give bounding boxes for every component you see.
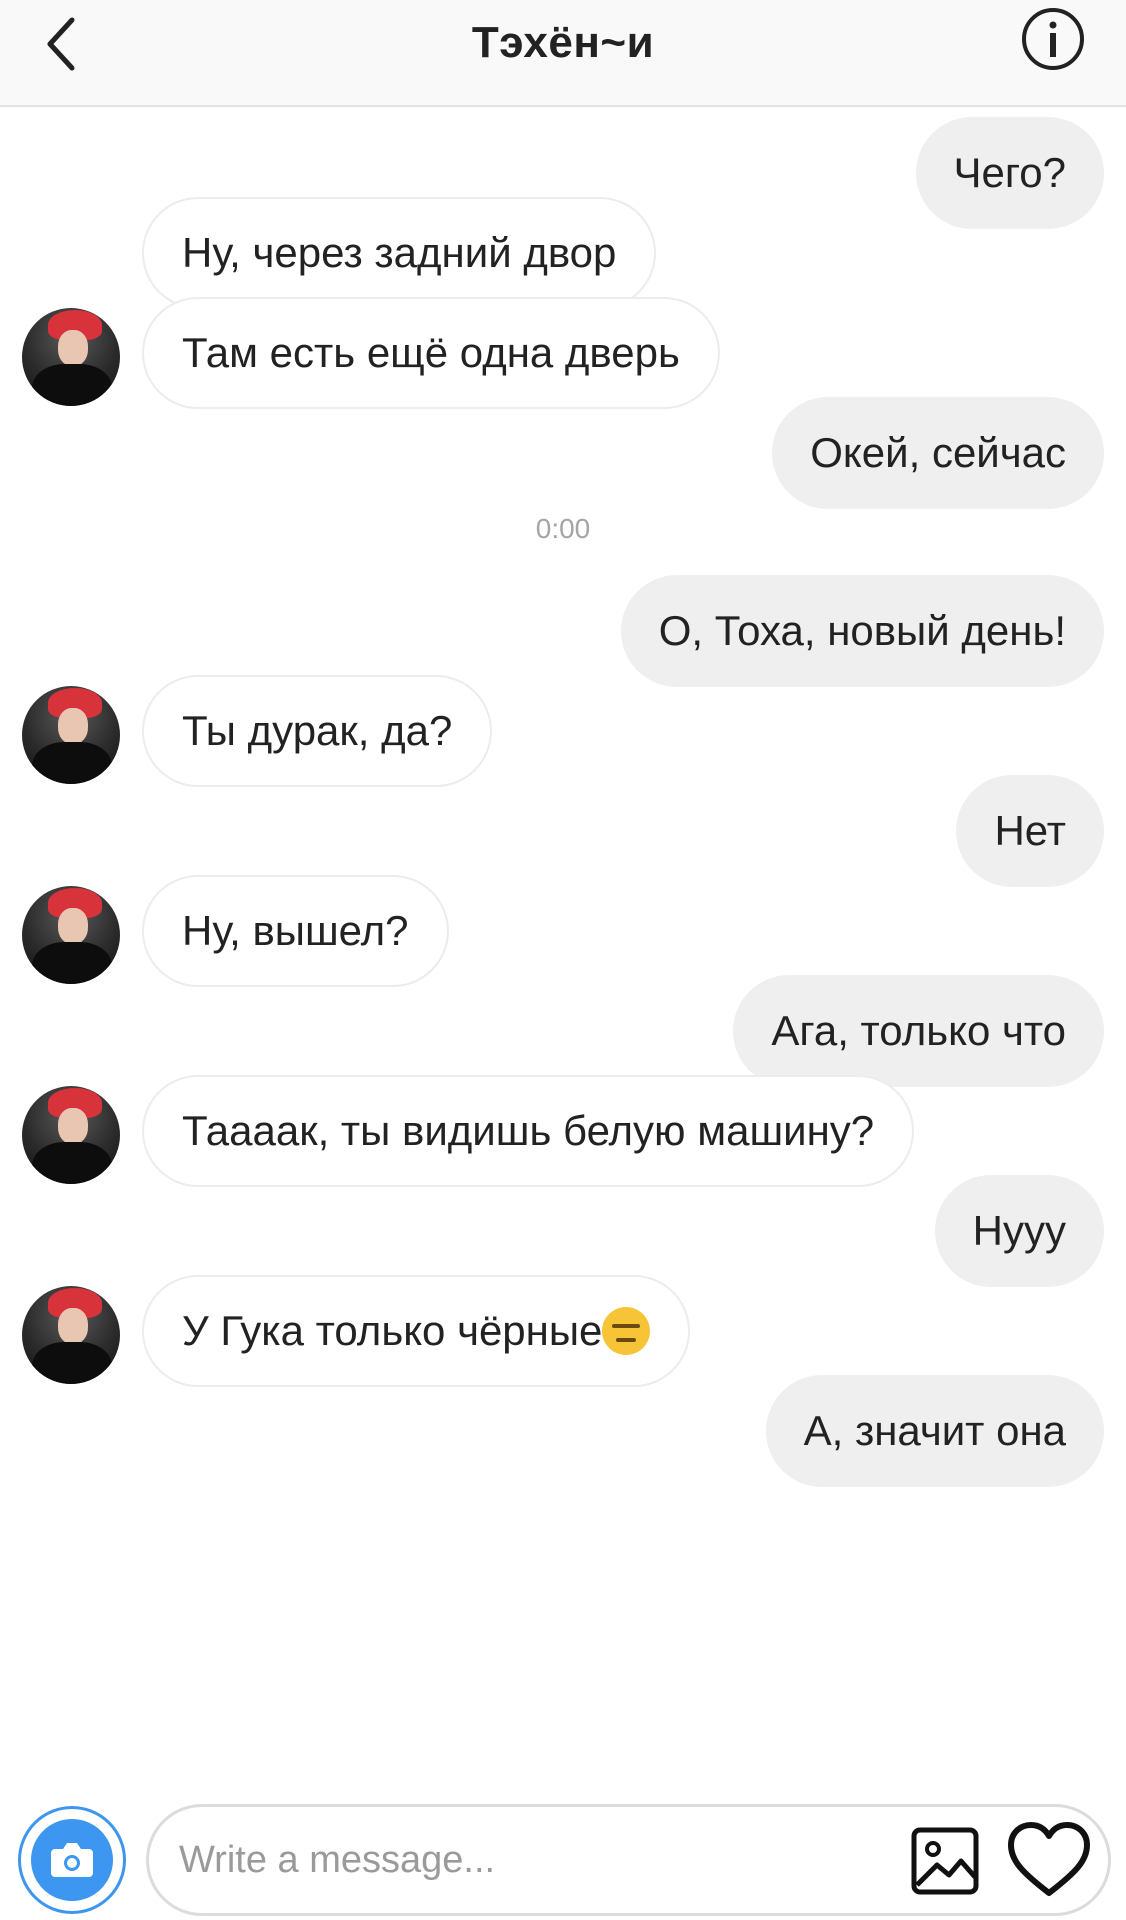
chat-header: Тэхён~и [0, 0, 1126, 107]
avatar[interactable] [22, 886, 120, 984]
info-icon [1022, 8, 1084, 70]
message-list[interactable]: Чего? Ну, через задний двор Там есть ещё… [0, 107, 1126, 1782]
outgoing-message[interactable]: Нет [956, 775, 1104, 887]
message-composer [0, 1782, 1126, 1920]
incoming-message[interactable]: Таааак, ты видишь белую машину? [142, 1075, 915, 1187]
outgoing-message[interactable]: Ага, только что [733, 975, 1104, 1087]
incoming-message[interactable]: У Гука только чёрные [142, 1275, 691, 1387]
outgoing-message[interactable]: Нууу [934, 1175, 1104, 1287]
image-gallery-icon [911, 1827, 979, 1895]
gallery-button[interactable] [909, 1825, 981, 1897]
outgoing-message[interactable]: Чего? [915, 117, 1104, 229]
incoming-message[interactable]: Там есть ещё одна дверь [142, 297, 720, 409]
expressionless-face-emoji [602, 1306, 651, 1355]
avatar[interactable] [22, 308, 120, 406]
outgoing-message[interactable]: Окей, сейчас [772, 397, 1104, 509]
avatar[interactable] [22, 1286, 120, 1384]
conversation-title[interactable]: Тэхён~и [0, 18, 1126, 68]
outgoing-message[interactable]: А, значит она [765, 1375, 1104, 1487]
avatar[interactable] [22, 1086, 120, 1184]
heart-icon [1008, 1822, 1090, 1896]
camera-button[interactable] [18, 1806, 126, 1914]
incoming-message[interactable]: Ну, вышел? [142, 875, 449, 987]
incoming-message[interactable]: Ты дурак, да? [142, 675, 493, 787]
avatar[interactable] [22, 686, 120, 784]
like-button[interactable] [1007, 1821, 1091, 1899]
info-button[interactable] [1020, 6, 1086, 72]
message-input-box[interactable] [146, 1804, 1111, 1916]
message-text: У Гука только чёрные [182, 1307, 603, 1354]
message-input[interactable] [179, 1807, 899, 1913]
camera-icon [51, 1843, 93, 1877]
timestamp: 0:00 [535, 513, 591, 544]
outgoing-message[interactable]: О, Тоха, новый день! [620, 575, 1104, 687]
incoming-message[interactable]: Ну, через задний двор [142, 197, 657, 309]
